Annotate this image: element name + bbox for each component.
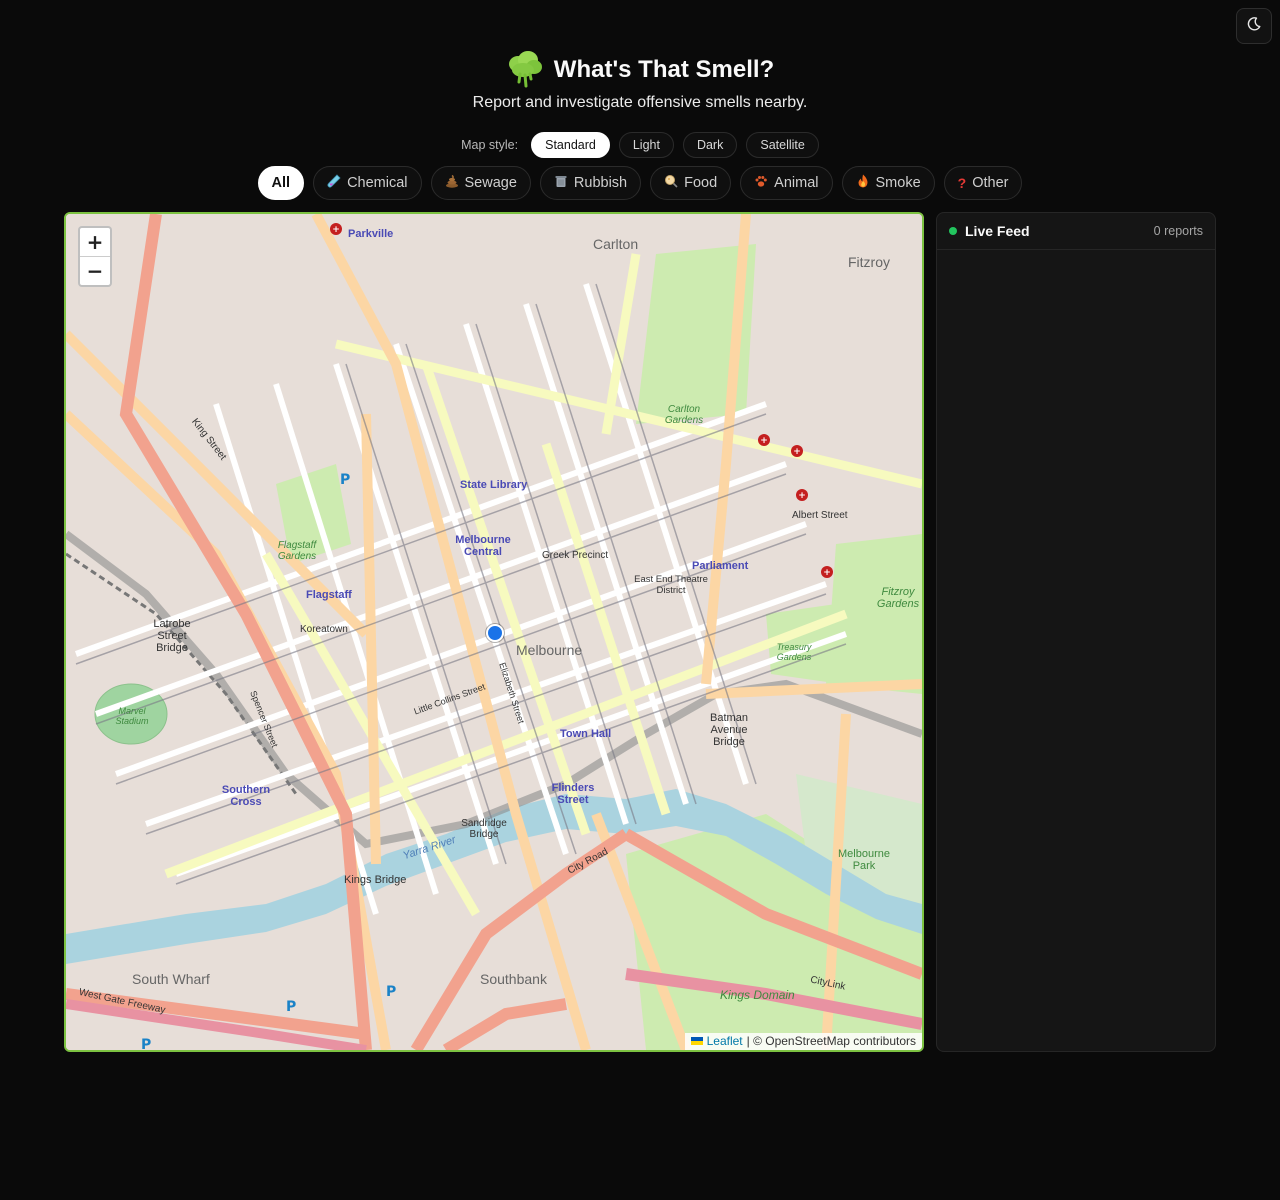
- svg-text:+: +: [823, 568, 831, 578]
- report-count: 0 reports: [1153, 224, 1203, 238]
- live-feed-header: Live Feed 0 reports: [937, 213, 1215, 250]
- map-style-label: Map style:: [461, 138, 519, 152]
- filter-other-button[interactable]: ? Other: [943, 166, 1023, 200]
- map-label: Flinders Street: [551, 782, 595, 806]
- ukraine-flag-icon: [690, 1034, 703, 1048]
- map-label: Parkville: [348, 228, 394, 240]
- svg-text:P: P: [286, 999, 296, 1015]
- map-label: Carlton: [593, 236, 639, 252]
- zoom-control: + −: [78, 226, 112, 287]
- map-style-selector: Map style: Standard Light Dark Satellite: [0, 132, 1280, 158]
- map-label: Treasury Gardens: [776, 642, 812, 662]
- map-label: Southbank: [480, 971, 547, 987]
- live-feed-title: Live Feed: [965, 223, 1030, 239]
- map-label: Greek Precinct: [542, 550, 609, 561]
- filter-animal-button[interactable]: Animal: [740, 166, 833, 200]
- theme-toggle-button[interactable]: [1236, 8, 1272, 44]
- filter-label: Rubbish: [573, 175, 628, 191]
- zoom-in-button[interactable]: +: [80, 228, 110, 256]
- filter-food-button[interactable]: Food: [650, 166, 732, 200]
- page-subtitle: Report and investigate offensive smells …: [472, 94, 808, 111]
- page-header: What's That Smell? Report and investigat…: [0, 50, 1280, 112]
- map-label: Town Hall: [560, 728, 612, 740]
- map-label: Flagstaff Gardens: [277, 540, 317, 562]
- poop-icon: [445, 174, 459, 192]
- live-feed-panel: Live Feed 0 reports: [936, 212, 1216, 1052]
- map-label: Albert Street: [792, 510, 848, 521]
- map-label: Fitzroy: [848, 254, 890, 270]
- filter-label: Food: [684, 175, 718, 191]
- filter-label: Smoke: [875, 175, 921, 191]
- filter-smoke-button[interactable]: Smoke: [841, 166, 935, 200]
- filter-all-button[interactable]: All: [257, 166, 305, 200]
- map-style-satellite-button[interactable]: Satellite: [746, 132, 819, 158]
- smell-map[interactable]: + + + + + P P P P Parkville Carlton Fitzroy Ca…: [64, 212, 924, 1052]
- live-indicator-icon: [949, 227, 957, 235]
- map-label: Melbourne Central: [455, 534, 511, 558]
- map-label: Melbourne Park: [838, 848, 890, 872]
- test-tube-icon: [327, 174, 341, 192]
- map-label: Latrobe Street Bridge: [153, 618, 191, 654]
- cloud-icon: [506, 48, 544, 93]
- zoom-out-button[interactable]: −: [80, 256, 110, 285]
- map-label: Flagstaff: [306, 589, 352, 601]
- map-style-standard-button[interactable]: Standard: [531, 132, 610, 158]
- filter-label: Other: [972, 175, 1009, 191]
- svg-text:P: P: [386, 984, 396, 1000]
- map-style-light-button[interactable]: Light: [618, 132, 674, 158]
- question-icon: ?: [957, 175, 967, 191]
- fire-icon: [856, 174, 870, 192]
- map-label: Koreatown: [300, 624, 348, 635]
- map-label: Carlton Gardens: [664, 404, 704, 426]
- map-label: South Wharf: [132, 971, 210, 987]
- leaflet-link[interactable]: Leaflet: [707, 1034, 743, 1048]
- svg-text:+: +: [798, 491, 806, 501]
- filter-rubbish-button[interactable]: Rubbish: [539, 166, 642, 200]
- map-style-dark-button[interactable]: Dark: [682, 132, 738, 158]
- map-label: East End Theatre District: [634, 574, 708, 596]
- moon-icon: [1246, 16, 1262, 37]
- svg-text:P: P: [340, 472, 350, 488]
- map-label: Kings Domain: [720, 988, 795, 1002]
- map-attribution: Leaflet | © OpenStreetMap contributors: [684, 1033, 922, 1050]
- paw-icon: [754, 174, 768, 192]
- map-label: Kings Bridge: [344, 874, 407, 886]
- map-label: Southern Cross: [221, 784, 271, 808]
- filter-label: Animal: [774, 175, 819, 191]
- current-location-marker[interactable]: [486, 624, 504, 642]
- svg-text:+: +: [332, 225, 340, 235]
- svg-text:P: P: [141, 1037, 151, 1050]
- map-label: State Library: [460, 479, 528, 491]
- map-label: Batman Avenue Bridge: [710, 712, 748, 748]
- filter-sewage-button[interactable]: Sewage: [430, 166, 531, 200]
- map-label: Melbourne: [516, 642, 583, 658]
- page-title: What's That Smell?: [553, 56, 775, 83]
- svg-text:+: +: [793, 447, 801, 457]
- map-label: Sandridge Bridge: [461, 818, 507, 840]
- map-label: Parliament: [692, 560, 749, 572]
- attribution-text: | © OpenStreetMap contributors: [746, 1034, 916, 1048]
- filter-chemical-button[interactable]: Chemical: [313, 166, 422, 200]
- svg-text:+: +: [760, 436, 768, 446]
- trash-icon: [554, 174, 568, 192]
- filter-label: All: [271, 175, 291, 191]
- category-filter-bar: All Chemical Sewage Rubbish Food Animal …: [0, 166, 1280, 200]
- map-label: Marvel Stadium: [115, 706, 149, 726]
- food-icon: [664, 174, 678, 192]
- filter-label: Sewage: [464, 175, 517, 191]
- map-label: Fitzroy Gardens: [876, 586, 920, 610]
- filter-label: Chemical: [347, 175, 408, 191]
